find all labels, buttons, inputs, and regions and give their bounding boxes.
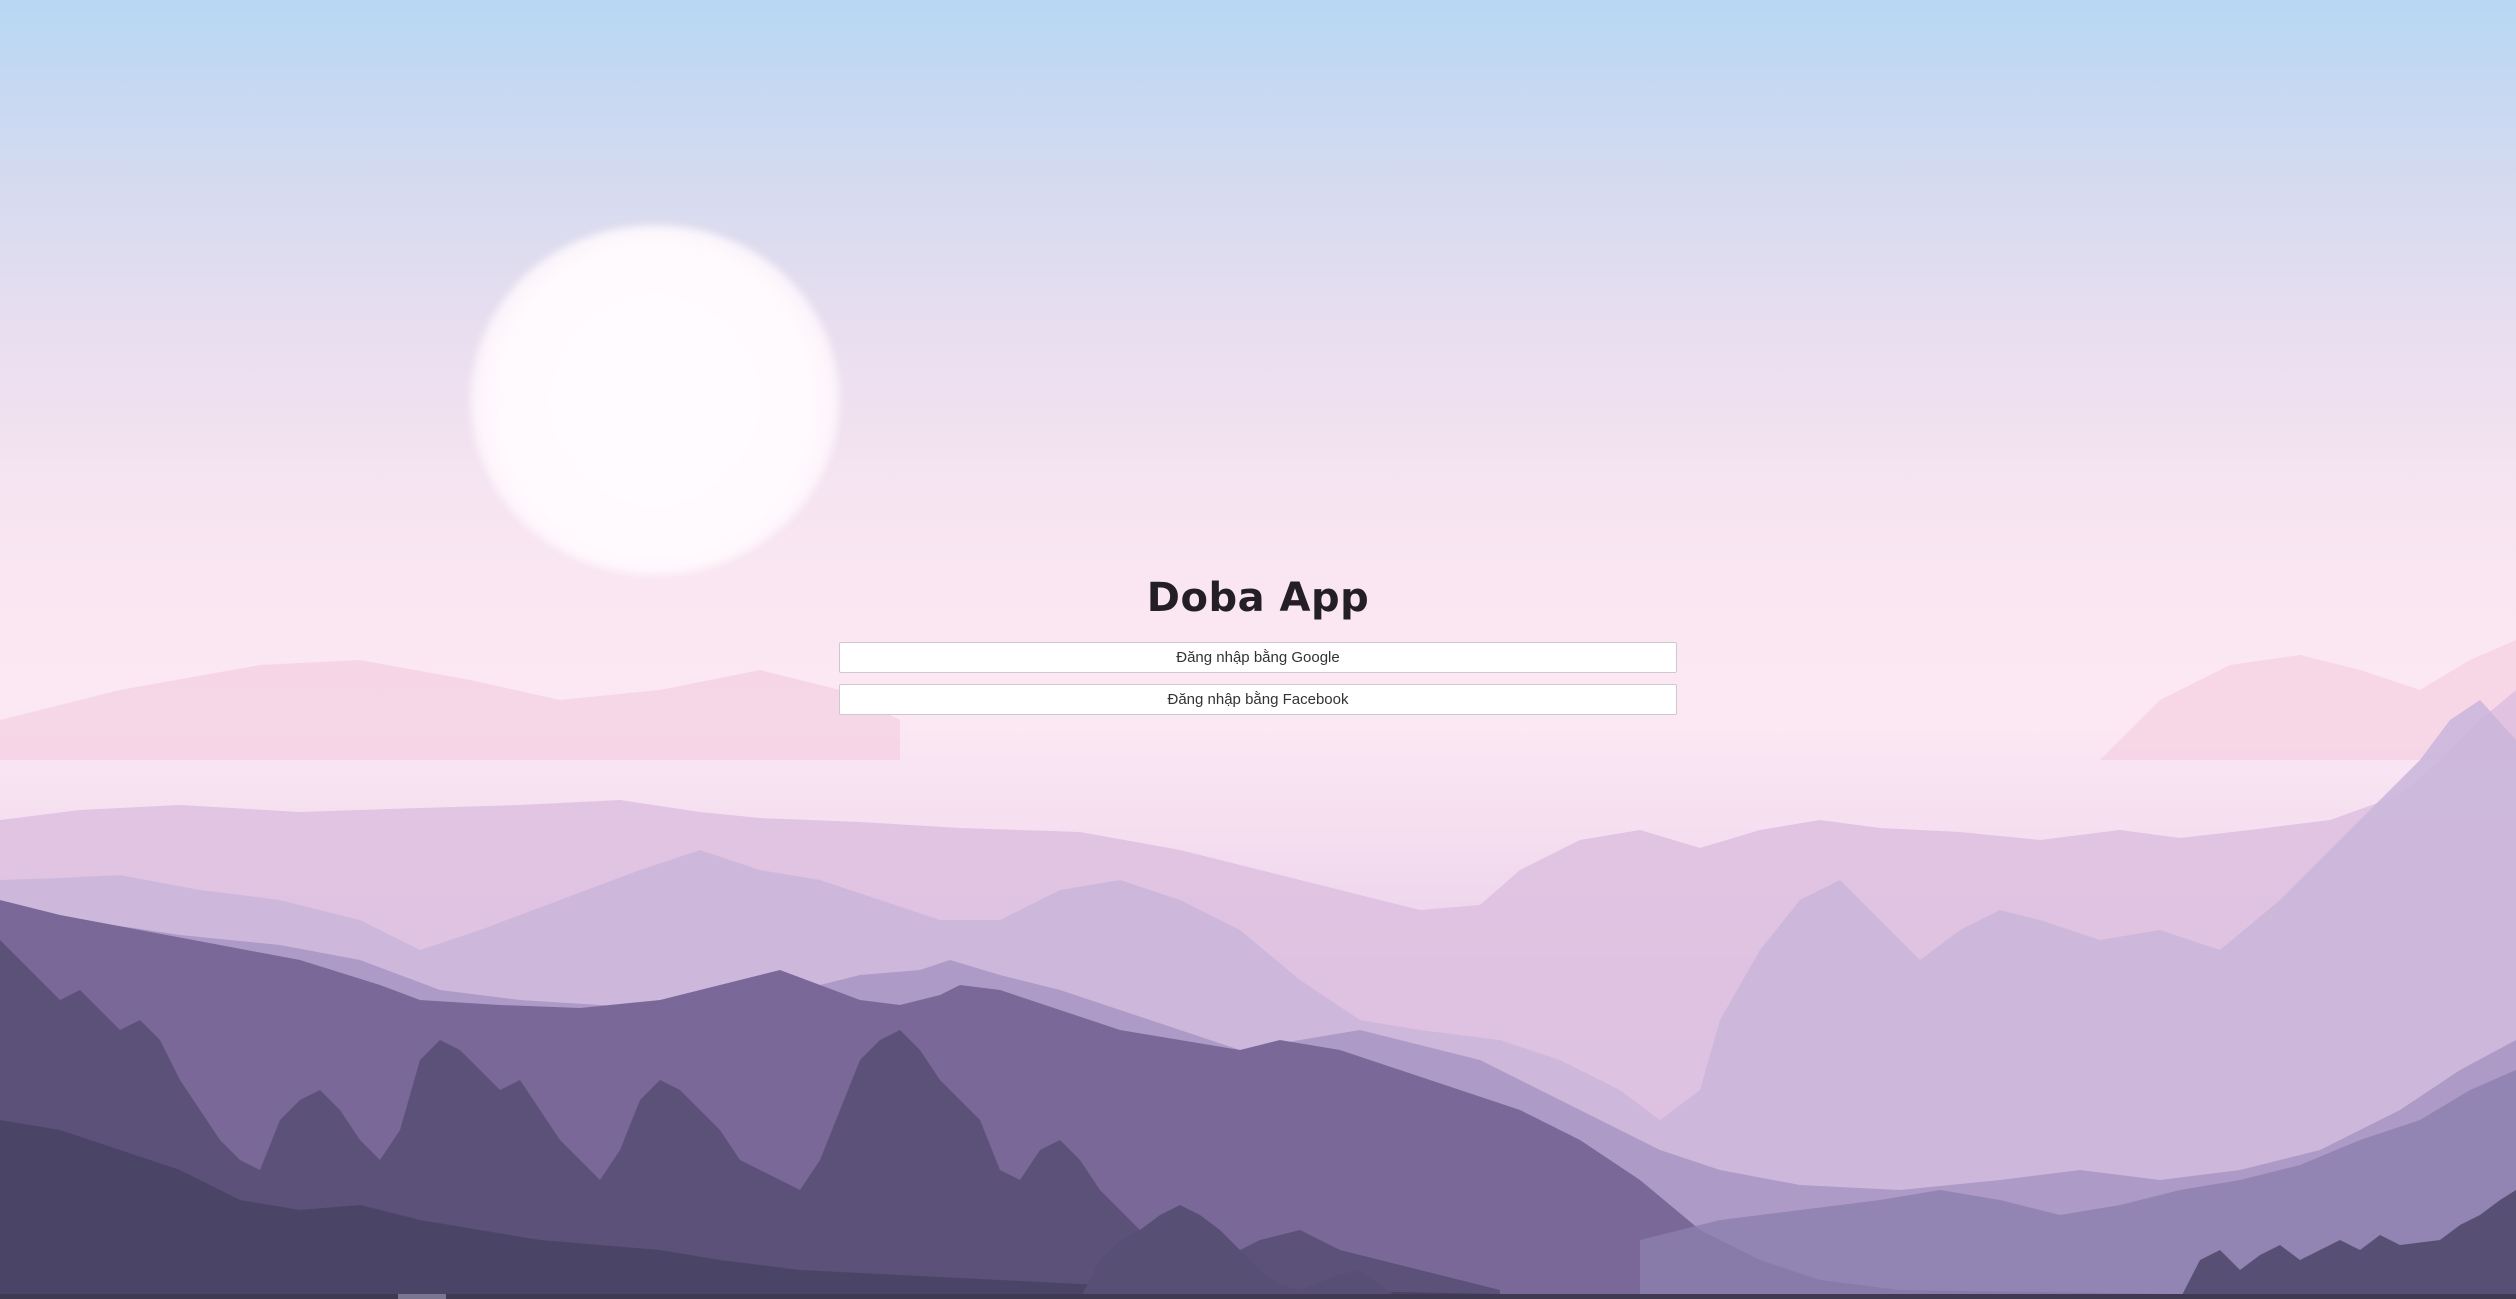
bottom-edge-marker bbox=[398, 1294, 446, 1299]
bottom-edge-strip bbox=[0, 1294, 2516, 1299]
facebook-login-button[interactable]: Đăng nhập bằng Facebook bbox=[839, 684, 1677, 715]
app-title: Doba App bbox=[1146, 575, 1370, 621]
google-login-button[interactable]: Đăng nhập bằng Google bbox=[839, 642, 1677, 673]
distant-haze bbox=[0, 660, 900, 760]
login-panel: Doba App Đăng nhập bằng Google Đăng nhập… bbox=[839, 570, 1677, 726]
